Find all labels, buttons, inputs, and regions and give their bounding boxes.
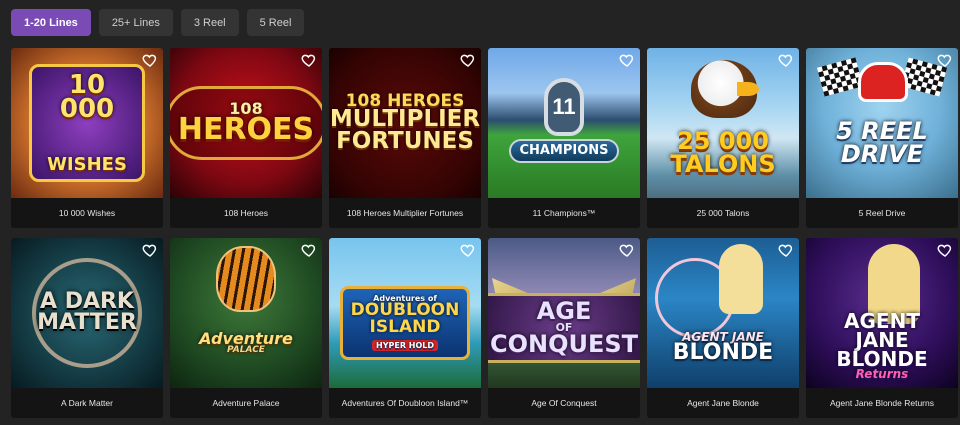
logo-text: Blonde <box>672 340 774 366</box>
game-card[interactable]: Adventure Palace Adventure Palace <box>170 238 322 418</box>
game-title[interactable]: Adventures Of Doubloon Island™ <box>329 388 481 418</box>
game-title[interactable]: Age Of Conquest <box>488 388 640 418</box>
filter-5-reel[interactable]: 5 Reel <box>246 9 305 36</box>
logo-text: Returns <box>855 366 909 381</box>
game-card[interactable]: A Dark Matter A Dark Matter <box>11 238 163 418</box>
checkered-flag-icon <box>816 57 864 97</box>
game-title[interactable]: A Dark Matter <box>11 388 163 418</box>
game-card[interactable]: 25 000 Talons 25 000 Talons <box>647 48 799 228</box>
game-card[interactable]: Agent Jane Blonde Returns Agent Jane Blo… <box>806 238 958 418</box>
game-thumbnail[interactable]: 10 000 Wishes <box>11 48 163 198</box>
game-card[interactable]: Adventures of Doubloon Island Hyper Hold… <box>329 238 481 418</box>
logo-text: Talons <box>670 150 776 178</box>
game-title[interactable]: 5 Reel Drive <box>806 198 958 228</box>
game-title[interactable]: 11 Champions™ <box>488 198 640 228</box>
game-title[interactable]: Agent Jane Blonde Returns <box>806 388 958 418</box>
game-logo: Adventure Palace <box>191 325 301 361</box>
game-thumbnail[interactable]: Age of Conquest <box>488 238 640 388</box>
filter-3-reel[interactable]: 3 Reel <box>180 9 239 36</box>
game-card[interactable]: Agent Jane Blonde Agent Jane Blonde <box>647 238 799 418</box>
heart-icon[interactable] <box>937 52 953 68</box>
game-logo: Agent Jane Blonde Returns <box>806 306 958 386</box>
logo-text: Wishes <box>47 154 127 176</box>
heart-icon[interactable] <box>619 52 635 68</box>
logo-text: Heroes <box>177 112 315 148</box>
agent-illustration <box>719 244 763 314</box>
game-logo: Champions <box>509 138 619 164</box>
heart-icon[interactable] <box>778 242 794 258</box>
game-logo: Adventures of Doubloon Island Hyper Hold <box>339 285 471 361</box>
game-card[interactable]: 11 Champions 11 Champions™ <box>488 48 640 228</box>
game-logo: Age of Conquest <box>488 292 640 364</box>
game-thumbnail[interactable]: 11 Champions <box>488 48 640 198</box>
logo-text: 11 <box>552 94 576 119</box>
logo-text: Jane Blonde <box>836 327 928 371</box>
game-card[interactable]: 108 Heroes 108 Heroes <box>170 48 322 228</box>
filter-bar: 1-20 Lines 25+ Lines 3 Reel 5 Reel <box>11 9 305 36</box>
game-title[interactable]: 10 000 Wishes <box>11 198 163 228</box>
game-title[interactable]: 108 Heroes Multiplier Fortunes <box>329 198 481 228</box>
heart-icon[interactable] <box>142 52 158 68</box>
tiger-illustration <box>216 246 276 312</box>
game-title[interactable]: Agent Jane Blonde <box>647 388 799 418</box>
game-grid: 10 000 Wishes 10 000 Wishes 108 Heroes 1… <box>11 48 958 418</box>
logo-text: Conquest <box>489 330 639 359</box>
game-title[interactable]: 108 Heroes <box>170 198 322 228</box>
game-logo: 108 Heroes <box>170 86 322 160</box>
logo-text: Island <box>369 316 441 337</box>
game-logo: 5 Reel Drive <box>828 114 936 172</box>
game-logo: Agent Jane Blonde <box>665 326 781 370</box>
game-card[interactable]: 108 Heroes Multiplier Fortunes 108 Heroe… <box>329 48 481 228</box>
game-thumbnail[interactable]: A Dark Matter <box>11 238 163 388</box>
logo-text: Drive <box>840 140 924 168</box>
game-logo: 108 Heroes Multiplier Fortunes <box>329 87 481 159</box>
heart-icon[interactable] <box>301 52 317 68</box>
eagle-beak <box>737 82 759 96</box>
logo-text: Champions <box>519 142 609 158</box>
game-thumbnail[interactable]: 108 Heroes <box>170 48 322 198</box>
heart-icon[interactable] <box>142 242 158 258</box>
game-title[interactable]: 25 000 Talons <box>647 198 799 228</box>
game-logo: A Dark Matter <box>32 258 142 368</box>
heart-icon[interactable] <box>301 242 317 258</box>
heart-icon[interactable] <box>778 52 794 68</box>
filter-25-plus-lines[interactable]: 25+ Lines <box>98 9 173 36</box>
game-thumbnail[interactable]: 25 000 Talons <box>647 48 799 198</box>
trophy-icon: 11 <box>544 78 584 136</box>
logo-badge: Hyper Hold <box>372 339 438 352</box>
game-logo: 10 000 Wishes <box>29 63 145 183</box>
game-card[interactable]: Age of Conquest Age Of Conquest <box>488 238 640 418</box>
game-thumbnail[interactable]: 108 Heroes Multiplier Fortunes <box>329 48 481 198</box>
filter-1-20-lines[interactable]: 1-20 Lines <box>11 9 91 36</box>
game-thumbnail[interactable]: Agent Jane Blonde <box>647 238 799 388</box>
game-title[interactable]: Adventure Palace <box>170 388 322 418</box>
game-logo: 25 000 Talons <box>662 124 783 182</box>
logo-text: 10 000 <box>59 69 115 125</box>
game-thumbnail[interactable]: Adventure Palace <box>170 238 322 388</box>
game-thumbnail[interactable]: Adventures of Doubloon Island Hyper Hold <box>329 238 481 388</box>
game-thumbnail[interactable]: Agent Jane Blonde Returns <box>806 238 958 388</box>
heart-icon[interactable] <box>937 242 953 258</box>
logo-text: Matter <box>37 310 137 335</box>
game-card[interactable]: 10 000 Wishes 10 000 Wishes <box>11 48 163 228</box>
logo-text: Fortunes <box>336 128 474 155</box>
heart-icon[interactable] <box>460 52 476 68</box>
heart-icon[interactable] <box>619 242 635 258</box>
race-car-illustration <box>858 62 908 102</box>
game-card[interactable]: 5 Reel Drive 5 Reel Drive <box>806 48 958 228</box>
heart-icon[interactable] <box>460 242 476 258</box>
game-thumbnail[interactable]: 5 Reel Drive <box>806 48 958 198</box>
